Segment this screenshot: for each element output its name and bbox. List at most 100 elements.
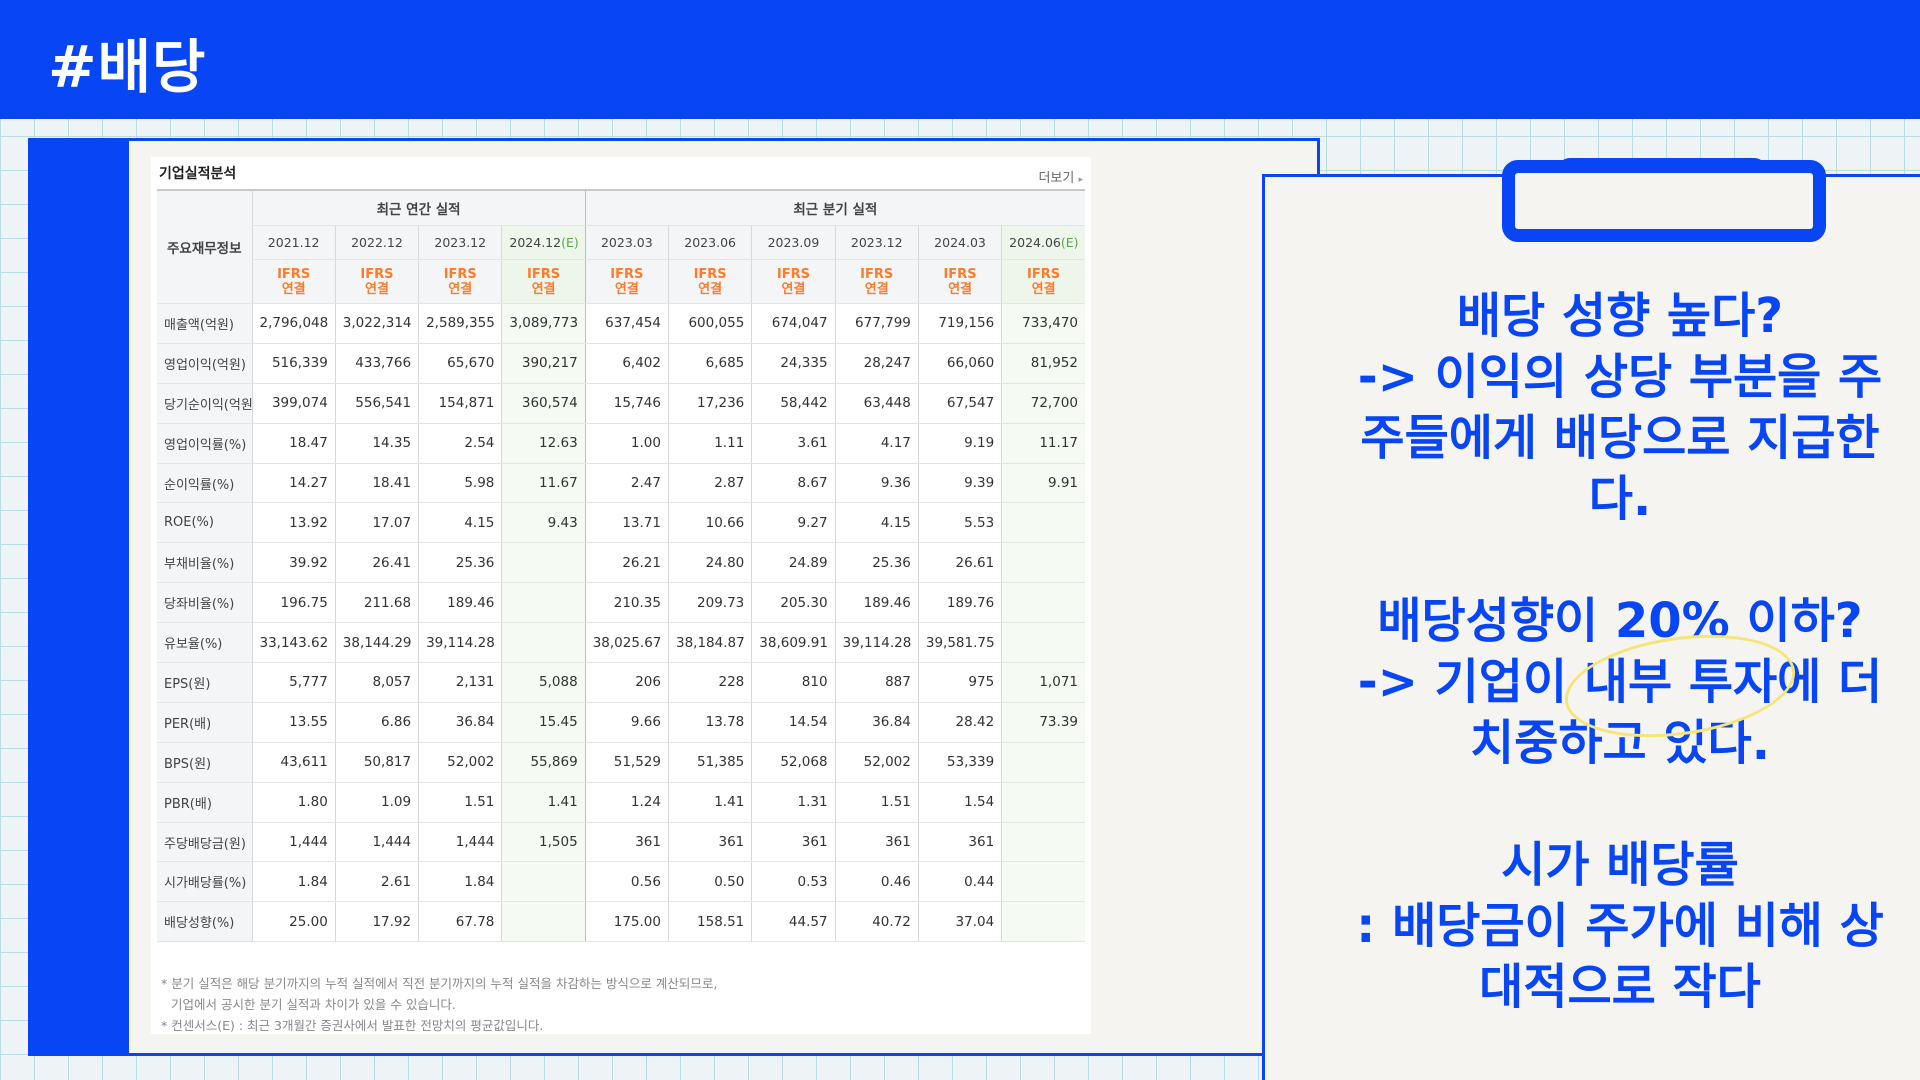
table-cell: 38,184.87 bbox=[667, 622, 752, 664]
table-cell: 55,869 bbox=[501, 742, 586, 783]
table-cell: 887 bbox=[834, 662, 919, 703]
table-row: 영업이익률(%) 18.47 14.35 2.54 12.63 1.00 1.11 3.61 4… bbox=[157, 423, 1085, 464]
table-row: PBR(배) 1.80 1.09 1.51 1.41 1.24 1.41 1.31 1.51 1.… bbox=[157, 782, 1085, 823]
consolidated-label: 연결 bbox=[614, 281, 639, 297]
table-cell: 1.11 bbox=[667, 423, 752, 464]
table-cell: 6,685 bbox=[667, 343, 752, 384]
note-line: * 분기 실적은 해당 분기까지의 누적 실적에서 직전 분기까지의 누적 실적… bbox=[161, 976, 718, 991]
table-cell: 600,055 bbox=[667, 303, 752, 344]
table-cell: 733,470 bbox=[1001, 303, 1085, 344]
ifrs-badge: IFRS 연결 bbox=[667, 259, 752, 304]
table-cell: 14.27 bbox=[251, 463, 336, 504]
row-label: 영업이익(억원) bbox=[157, 343, 252, 384]
table-cell: 0.46 bbox=[834, 861, 919, 903]
more-link[interactable]: 더보기 ▸ bbox=[1038, 167, 1083, 186]
table-cell: 58,442 bbox=[751, 383, 836, 424]
ifrs-badge: IFRS 연결 bbox=[418, 259, 502, 304]
table-cell: 51,529 bbox=[584, 742, 669, 783]
table-cell: 8.67 bbox=[751, 463, 836, 504]
ifrs-badge: IFRS 연결 bbox=[251, 259, 336, 304]
table-period-row: 2021.12 2022.12 2023.12 2024.12(E) 2023.03 20… bbox=[157, 225, 1085, 260]
consolidated-label: 연결 bbox=[531, 281, 556, 297]
table-cell: 2.47 bbox=[584, 463, 669, 504]
card-text-line: 주들에게 배당으로 지급한 bbox=[1360, 410, 1880, 466]
table-cell: 6,402 bbox=[584, 343, 669, 384]
table-cell: 66,060 bbox=[917, 343, 1002, 384]
table-cell: 1.31 bbox=[751, 782, 836, 823]
column-period-header: 2023.12 bbox=[834, 225, 919, 260]
table-cell bbox=[1001, 782, 1085, 823]
table-cell: 17,236 bbox=[667, 383, 752, 424]
card-text-line: : 배당금이 주가에 비해 상 bbox=[1356, 898, 1884, 954]
table-cell: 6.86 bbox=[334, 702, 419, 743]
table-cell: 63,448 bbox=[834, 383, 919, 424]
consolidated-label: 연결 bbox=[364, 281, 389, 297]
financial-table: 주요재무정보 최근 연간 실적 최근 분기 실적 2021.12 2022.12 2… bbox=[157, 189, 1085, 943]
table-cell bbox=[1001, 582, 1085, 624]
table-cell: 33,143.62 bbox=[251, 622, 336, 664]
ifrs-label: IFRS bbox=[693, 266, 727, 282]
table-cell: 189.46 bbox=[834, 582, 919, 624]
table-cell: 13.71 bbox=[584, 502, 669, 544]
table-cell: 2,796,048 bbox=[251, 303, 336, 344]
table-cell: 390,217 bbox=[501, 343, 586, 384]
ifrs-badge: IFRS 연결 bbox=[584, 259, 669, 304]
table-row: 순이익률(%) 14.27 18.41 5.98 11.67 2.47 2.87 8.67 9.… bbox=[157, 463, 1085, 504]
table-cell: 5,088 bbox=[501, 662, 586, 703]
table-cell: 1.84 bbox=[418, 861, 502, 903]
table-cell: 2.87 bbox=[667, 463, 752, 504]
card-text-line: 다. bbox=[1588, 471, 1652, 527]
table-cell bbox=[501, 542, 586, 584]
table-cell bbox=[501, 901, 586, 943]
table-cell: 210.35 bbox=[584, 582, 669, 624]
table-cell: 53,339 bbox=[917, 742, 1002, 783]
table-cell: 3,089,773 bbox=[501, 303, 586, 344]
table-cell: 18.47 bbox=[251, 423, 336, 464]
table-cell: 1.84 bbox=[251, 861, 336, 903]
table-cell: 4.17 bbox=[834, 423, 919, 464]
ifrs-label: IFRS bbox=[1027, 266, 1061, 282]
row-label: 유보율(%) bbox=[157, 622, 252, 664]
table-row: 유보율(%) 33,143.62 38,144.29 39,114.28 38,025.… bbox=[157, 622, 1085, 664]
table-cell: 4.15 bbox=[834, 502, 919, 544]
table-cell: 2.54 bbox=[418, 423, 502, 464]
consolidated-label: 연결 bbox=[1031, 281, 1056, 297]
table-cell: 556,541 bbox=[334, 383, 419, 424]
table-row: 당기순이익(억원) 399,074 556,541 154,871 360,574 15,… bbox=[157, 383, 1085, 424]
row-label: EPS(원) bbox=[157, 662, 252, 703]
table-cell: 24,335 bbox=[751, 343, 836, 384]
ifrs-label: IFRS bbox=[443, 266, 477, 282]
table-cell bbox=[1001, 622, 1085, 664]
consolidated-label: 연결 bbox=[281, 281, 306, 297]
table-cell bbox=[1001, 742, 1085, 783]
table-cell: 1.51 bbox=[418, 782, 502, 823]
table-cell: 38,025.67 bbox=[584, 622, 669, 664]
card-text-line: 시가 배당률 bbox=[1501, 837, 1739, 893]
table-cell: 189.76 bbox=[917, 582, 1002, 624]
table-row: 시가배당률(%) 1.84 2.61 1.84 0.56 0.50 0.53 0.46 0.44 bbox=[157, 861, 1085, 903]
consolidated-label: 연결 bbox=[448, 281, 473, 297]
table-cell: 196.75 bbox=[251, 582, 336, 624]
table-cell: 516,339 bbox=[251, 343, 336, 384]
table-cell: 4.15 bbox=[418, 502, 502, 544]
table-row: EPS(원) 5,777 8,057 2,131 5,088 206 228 810 887 97… bbox=[157, 662, 1085, 703]
table-cell: 10.66 bbox=[667, 502, 752, 544]
left-slide-panel: 기업실적분석 더보기 ▸ 주요재무정보 최근 연간 실적 최근 분기 실적 20… bbox=[28, 138, 1320, 1056]
table-row: PER(배) 13.55 6.86 36.84 15.45 9.66 13.78 14.54 3… bbox=[157, 702, 1085, 743]
table-row: 주당배당금(원) 1,444 1,444 1,444 1,505 361 361 361 361… bbox=[157, 821, 1085, 863]
table-cell: 9.19 bbox=[917, 423, 1002, 464]
consolidated-label: 연결 bbox=[864, 281, 889, 297]
column-period-header: 2021.12 bbox=[251, 225, 336, 260]
table-cell: 67,547 bbox=[917, 383, 1002, 424]
table-cell: 1,071 bbox=[1001, 662, 1085, 703]
column-period-header: 2022.12 bbox=[334, 225, 419, 260]
table-cell: 67.78 bbox=[418, 901, 502, 943]
page-title: #배당 bbox=[48, 33, 207, 101]
table-cell: 13.92 bbox=[251, 502, 336, 544]
table-cell: 36.84 bbox=[834, 702, 919, 743]
row-label: BPS(원) bbox=[157, 742, 252, 783]
row-label: 시가배당률(%) bbox=[157, 861, 252, 903]
column-period-header: 2023.03 bbox=[584, 225, 669, 260]
